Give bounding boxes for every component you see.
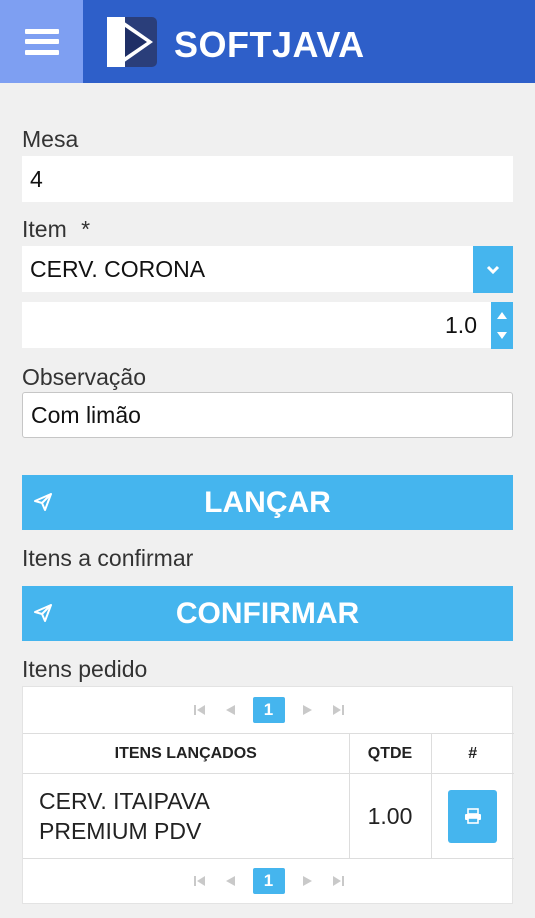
actions-cell xyxy=(430,773,514,859)
pagination-top: 1 xyxy=(23,687,514,733)
mesa-input[interactable]: 4 xyxy=(22,156,513,202)
send-icon xyxy=(34,604,52,622)
last-page-icon[interactable] xyxy=(331,703,345,717)
chevron-down-icon[interactable] xyxy=(497,331,507,339)
next-page-icon[interactable] xyxy=(301,874,315,888)
next-page-icon[interactable] xyxy=(301,703,315,717)
brand-logo-icon xyxy=(107,17,157,67)
qtde-cell: 1.00 xyxy=(348,773,431,859)
orders-panel: 1 ITENS LANÇADOS QTDE # CERV. ITAIPAVA P… xyxy=(22,686,514,904)
column-header-actions: # xyxy=(430,733,514,774)
chevron-up-icon[interactable] xyxy=(497,312,507,320)
orders-table: ITENS LANÇADOS QTDE # CERV. ITAIPAVA PRE… xyxy=(23,733,514,859)
table-row: CERV. ITAIPAVA PREMIUM PDV 1.00 xyxy=(23,773,514,859)
confirmar-button[interactable]: CONFIRMAR xyxy=(22,586,513,641)
column-header-qtde: QTDE xyxy=(348,733,431,774)
current-page[interactable]: 1 xyxy=(252,868,285,894)
item-label: Item * xyxy=(22,216,90,243)
confirmar-label: CONFIRMAR xyxy=(175,596,360,630)
brand-name: SOFTJAVA xyxy=(174,24,365,65)
item-name-line2: PREMIUM PDV xyxy=(39,818,202,844)
print-button[interactable] xyxy=(448,789,498,843)
quantity-input[interactable]: 1.0 xyxy=(22,302,491,348)
first-page-icon[interactable] xyxy=(193,703,207,717)
item-select[interactable]: CERV. CORONA xyxy=(22,246,473,292)
first-page-icon[interactable] xyxy=(193,874,207,888)
column-header-itens: ITENS LANÇADOS xyxy=(23,733,349,774)
item-dropdown-button[interactable] xyxy=(473,246,513,293)
chevron-down-icon xyxy=(486,265,500,274)
item-cell: CERV. ITAIPAVA PREMIUM PDV xyxy=(23,773,349,859)
print-icon xyxy=(464,808,481,824)
observacao-label: Observação xyxy=(22,364,147,390)
pagination-bottom: 1 xyxy=(23,858,514,904)
itens-a-confirmar-label: Itens a confirmar xyxy=(22,545,194,571)
menu-button[interactable] xyxy=(0,0,83,83)
item-name-line1: CERV. ITAIPAVA xyxy=(39,788,210,814)
mesa-label: Mesa xyxy=(22,126,79,152)
last-page-icon[interactable] xyxy=(331,874,345,888)
hamburger-icon xyxy=(24,28,59,55)
observacao-input[interactable]: Com limão xyxy=(22,392,513,438)
app-header: SOFTJAVA xyxy=(0,0,535,83)
lancar-label: LANÇAR xyxy=(204,485,331,519)
itens-pedido-label: Itens pedido xyxy=(22,656,148,682)
item-label-text: Item xyxy=(22,216,67,242)
quantity-stepper[interactable] xyxy=(491,302,513,349)
lancar-button[interactable]: LANÇAR xyxy=(22,475,513,530)
current-page[interactable]: 1 xyxy=(252,697,285,723)
required-mark: * xyxy=(81,216,91,242)
prev-page-icon[interactable] xyxy=(223,874,237,888)
table-header-row: ITENS LANÇADOS QTDE # xyxy=(23,733,514,774)
send-icon xyxy=(34,493,52,511)
prev-page-icon[interactable] xyxy=(223,703,237,717)
